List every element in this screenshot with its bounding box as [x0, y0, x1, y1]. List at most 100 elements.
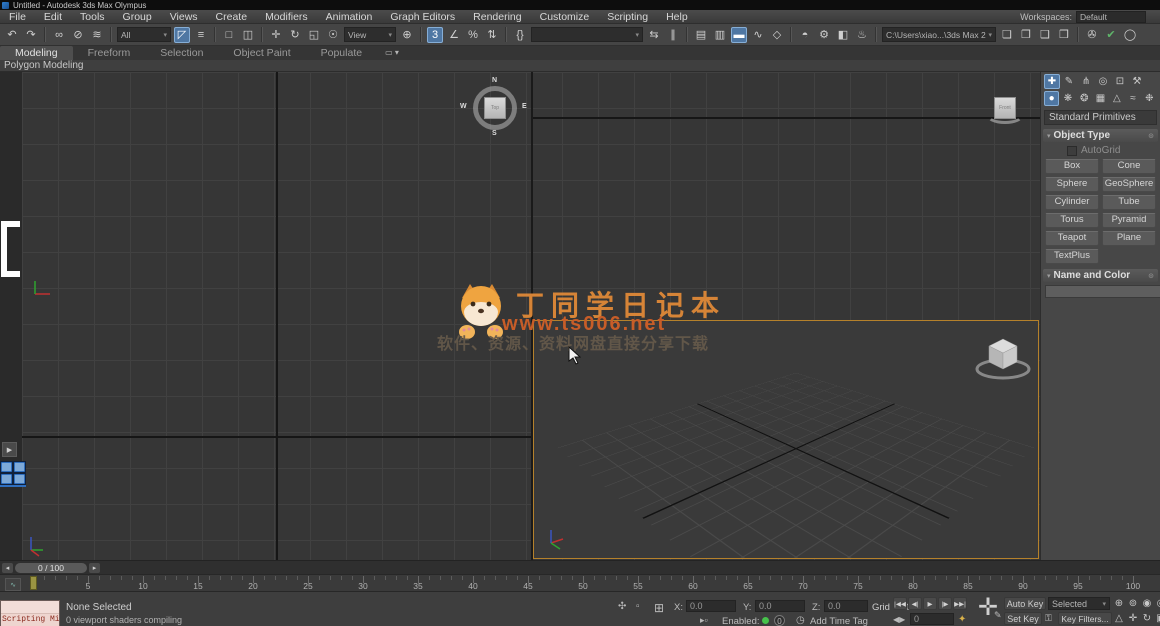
- key-filters-button[interactable]: Key Filters...: [1058, 612, 1112, 625]
- systems-category-icon[interactable]: ❉: [1142, 91, 1157, 106]
- selection-filter-dropdown[interactable]: All▾: [117, 27, 171, 42]
- geometry-category-icon[interactable]: ●: [1044, 91, 1059, 106]
- object-type-geosphere[interactable]: GeoSphere: [1102, 177, 1156, 192]
- menu-modifiers[interactable]: Modifiers: [256, 10, 317, 24]
- menu-help[interactable]: Help: [657, 10, 697, 24]
- workspace-window-plus-icon[interactable]: ❑: [1037, 27, 1053, 43]
- go-to-start-button[interactable]: |◀◀: [893, 597, 907, 610]
- redo-button[interactable]: ↷: [23, 27, 39, 43]
- rectangular-selection-region-button[interactable]: □: [221, 27, 237, 43]
- workspace-window-gear-icon[interactable]: ❏: [999, 27, 1015, 43]
- render-setup-button[interactable]: ⚙: [816, 27, 832, 43]
- menu-group[interactable]: Group: [114, 10, 161, 24]
- maximize-viewport-toggle-icon[interactable]: ▣: [1155, 612, 1160, 625]
- ribbon-config-dropdown[interactable]: ▭ ▾: [385, 46, 399, 60]
- toggle-layer-explorer-button[interactable]: ▥: [712, 27, 728, 43]
- edit-named-selection-sets-button[interactable]: {}: [512, 27, 528, 43]
- compass-west[interactable]: W: [460, 103, 467, 110]
- civil-view-check-icon[interactable]: ✔: [1103, 27, 1119, 43]
- save-file-button[interactable]: ✇: [1084, 27, 1100, 43]
- menu-tools[interactable]: Tools: [71, 10, 114, 24]
- menu-views[interactable]: Views: [161, 10, 207, 24]
- viewcube-perspective[interactable]: [972, 331, 1034, 385]
- set-key-button[interactable]: Set Key: [1004, 612, 1042, 625]
- x-coord-field[interactable]: [686, 600, 736, 612]
- render-production-button[interactable]: ♨: [854, 27, 870, 43]
- zoom-all-icon[interactable]: ⊚: [1127, 597, 1139, 610]
- viewcube-top[interactable]: Top: [484, 97, 506, 119]
- material-editor-button[interactable]: ◓: [797, 27, 813, 43]
- mini-play-button[interactable]: ▶: [2, 442, 17, 457]
- keyable-icon[interactable]: ⚿: [1045, 613, 1052, 624]
- selection-lock-toggle[interactable]: ✣: [618, 601, 626, 612]
- ribbon-tab-selection[interactable]: Selection: [145, 46, 218, 60]
- compass-south[interactable]: S: [492, 130, 497, 137]
- y-coord-field[interactable]: [755, 600, 805, 612]
- time-slider[interactable]: 0 / 100: [15, 563, 87, 573]
- ribbon-tab-populate[interactable]: Populate: [306, 46, 377, 60]
- field-of-view-icon[interactable]: △: [1113, 612, 1125, 625]
- unlink-selection-button[interactable]: ⊘: [70, 27, 86, 43]
- curve-editor-button[interactable]: ∿: [750, 27, 766, 43]
- previous-frame-slider-button[interactable]: ◂: [2, 563, 13, 573]
- menu-customize[interactable]: Customize: [531, 10, 599, 24]
- object-type-sphere[interactable]: Sphere: [1045, 177, 1099, 192]
- zoom-icon[interactable]: ⊕: [1113, 597, 1125, 610]
- display-tab-icon[interactable]: ⊡: [1112, 74, 1128, 89]
- select-and-place-button[interactable]: ☉: [325, 27, 341, 43]
- track-bar[interactable]: ∿ 05101520253035404550556065707580859095…: [0, 574, 1160, 592]
- rendered-frame-window-button[interactable]: ◧: [835, 27, 851, 43]
- go-to-end-button[interactable]: ▶▶|: [953, 597, 967, 610]
- compass-east[interactable]: E: [522, 103, 527, 110]
- maxscript-mini-listener[interactable]: Scripting Mi: [0, 600, 60, 626]
- add-time-tag[interactable]: Add Time Tag: [810, 616, 868, 626]
- select-and-scale-button[interactable]: ◱: [306, 27, 322, 43]
- current-frame-field[interactable]: [910, 613, 954, 625]
- toggle-scene-explorer-button[interactable]: ▤: [693, 27, 709, 43]
- object-type-cone[interactable]: Cone: [1102, 159, 1156, 174]
- motion-tab-icon[interactable]: ◎: [1095, 74, 1111, 89]
- object-type-plane[interactable]: Plane: [1102, 231, 1156, 246]
- select-and-link-button[interactable]: ∞: [51, 27, 67, 43]
- object-type-cylinder[interactable]: Cylinder: [1045, 195, 1099, 210]
- ribbon-tab-freeform[interactable]: Freeform: [73, 46, 146, 60]
- menu-scripting[interactable]: Scripting: [598, 10, 657, 24]
- rollout-name-and-color[interactable]: ▾ Name and Color ⊙: [1043, 269, 1158, 282]
- utilities-tab-icon[interactable]: ⚒: [1129, 74, 1145, 89]
- previous-frame-button[interactable]: ◀|: [908, 597, 922, 610]
- menu-rendering[interactable]: Rendering: [464, 10, 530, 24]
- z-coord-field[interactable]: [824, 600, 868, 612]
- menu-create[interactable]: Create: [207, 10, 257, 24]
- next-frame-button[interactable]: |▶: [938, 597, 952, 610]
- reference-coordinate-system-dropdown[interactable]: View▾: [344, 27, 396, 42]
- orbit-icon[interactable]: ↻: [1141, 612, 1153, 625]
- absolute-mode-transform-type-in[interactable]: ⊞: [654, 601, 664, 615]
- object-type-box[interactable]: Box: [1045, 159, 1099, 174]
- listener-input-line[interactable]: Scripting Mi: [1, 614, 59, 626]
- menu-graph-editors[interactable]: Graph Editors: [381, 10, 464, 24]
- frame-step-icon[interactable]: ◀▶: [893, 615, 905, 624]
- autogrid-checkbox[interactable]: [1067, 146, 1077, 156]
- frame-marker[interactable]: [30, 576, 37, 590]
- primitive-category-dropdown[interactable]: Standard Primitives: [1044, 110, 1157, 125]
- object-name-field[interactable]: [1045, 285, 1160, 298]
- animation-toggle-icon[interactable]: ▸▫: [700, 615, 708, 626]
- menu-edit[interactable]: Edit: [35, 10, 71, 24]
- create-tab-icon[interactable]: ✚: [1044, 74, 1060, 89]
- align-button[interactable]: ∥: [665, 27, 681, 43]
- object-type-teapot[interactable]: Teapot: [1045, 231, 1099, 246]
- object-type-torus[interactable]: Torus: [1045, 213, 1099, 228]
- window-crossing-toggle[interactable]: ◫: [240, 27, 256, 43]
- workspace-window-pencil-icon[interactable]: ❒: [1056, 27, 1072, 43]
- next-frame-slider-button[interactable]: ▸: [89, 563, 100, 573]
- compass-north[interactable]: N: [492, 77, 497, 84]
- select-by-name-button[interactable]: ≡: [193, 27, 209, 43]
- a360-render-icon[interactable]: ◯: [1122, 27, 1138, 43]
- helpers-category-icon[interactable]: △: [1109, 91, 1124, 106]
- perspective-viewport-active[interactable]: [533, 320, 1039, 559]
- ribbon-tab-object-paint[interactable]: Object Paint: [218, 46, 305, 60]
- mirror-button[interactable]: ⇆: [646, 27, 662, 43]
- key-mode-toggle-icon[interactable]: ✦: [958, 614, 966, 625]
- snaps-toggle-button[interactable]: 3: [427, 27, 443, 43]
- toggle-ribbon-button[interactable]: ▬: [731, 27, 747, 43]
